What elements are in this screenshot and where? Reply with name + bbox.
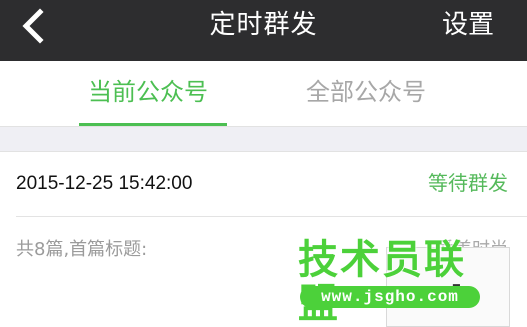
scheduled-message-card[interactable]: 2015-12-25 15:42:00 等待群发 共8篇,首篇标题: 爱美时尚 … xyxy=(0,152,527,327)
article-summary: 共8篇,首篇标题: xyxy=(16,239,148,260)
article-thumbnail: ▚ xyxy=(386,247,510,327)
tab-current-account[interactable]: 当前公众号 xyxy=(88,77,208,107)
top-navigation-bar: 定时群发 设置 xyxy=(0,0,527,61)
status-badge: 等待群发 xyxy=(428,171,508,195)
thumbnail-image-icon: ▚ xyxy=(453,285,467,306)
settings-button[interactable]: 设置 xyxy=(442,9,494,41)
section-separator xyxy=(0,126,527,152)
card-header: 2015-12-25 15:42:00 等待群发 xyxy=(0,152,527,216)
account-tabs: 当前公众号 全部公众号 xyxy=(0,61,527,126)
card-divider xyxy=(16,216,527,217)
scheduled-datetime: 2015-12-25 15:42:00 xyxy=(16,173,193,194)
tab-all-accounts[interactable]: 全部公众号 xyxy=(306,77,426,107)
